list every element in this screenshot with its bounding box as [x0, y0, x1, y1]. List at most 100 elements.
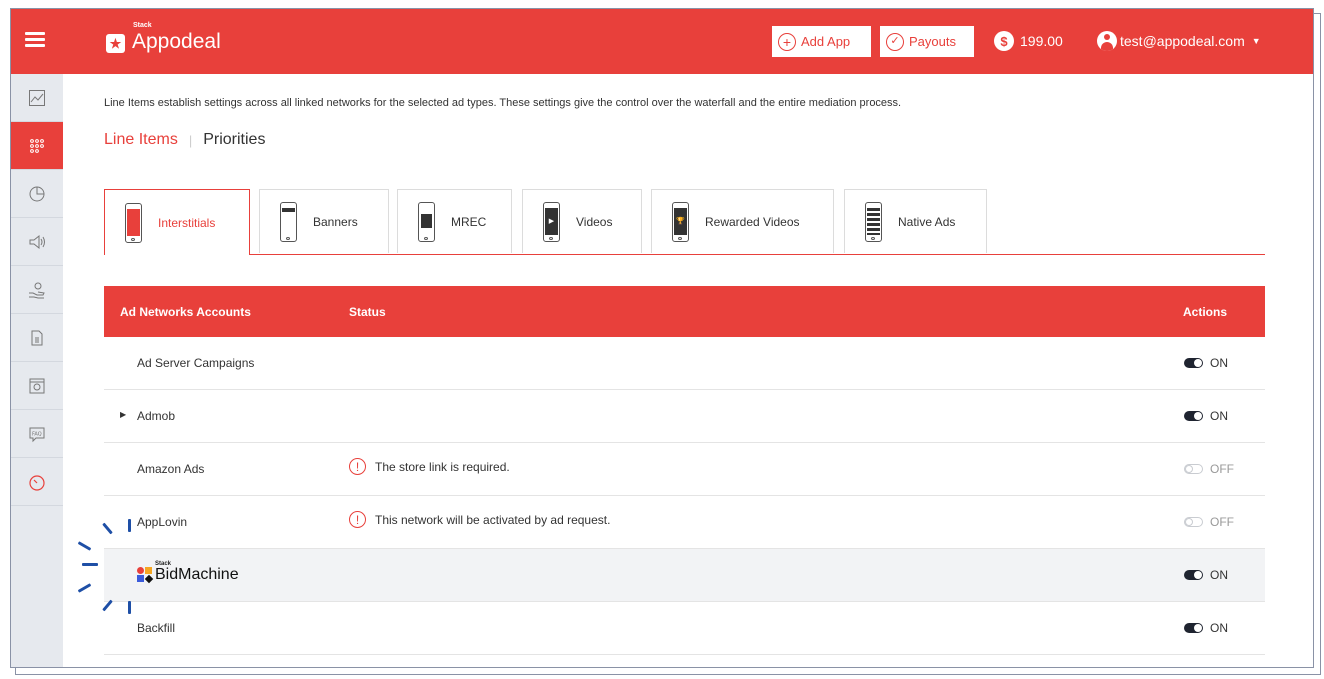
- toggle-label: OFF: [1210, 515, 1234, 529]
- balance[interactable]: $ 199.00: [994, 31, 1063, 51]
- plus-circle-icon: +: [778, 32, 796, 51]
- payouts-button[interactable]: ✓ Payouts: [880, 26, 974, 57]
- line-items-link[interactable]: Line Items: [104, 131, 178, 149]
- sidebar-item-performance[interactable]: [11, 458, 63, 506]
- tab-interstitials[interactable]: Interstitials: [104, 189, 250, 255]
- toggle-switch[interactable]: OFF: [1184, 515, 1234, 529]
- toggle-switch[interactable]: ON: [1184, 356, 1228, 370]
- ad-networks-table: Ad Networks Accounts Status Actions Ad S…: [104, 286, 1265, 655]
- toggle-label: ON: [1210, 621, 1228, 635]
- toggle-off-icon: [1184, 517, 1203, 527]
- priorities-link[interactable]: Priorities: [203, 131, 265, 149]
- table-header: Ad Networks Accounts Status Actions: [104, 286, 1265, 337]
- sidebar-item-payouts[interactable]: [11, 266, 63, 314]
- tab-label: Native Ads: [898, 214, 956, 229]
- tab-rewarded-videos[interactable]: 🏆 Rewarded Videos: [651, 189, 834, 253]
- network-name: AppLovin: [137, 515, 188, 529]
- tab-videos[interactable]: ▶ Videos: [522, 189, 642, 253]
- app-window: ★ Stack Appodeal + Add App ✓ Payouts $ 1…: [10, 8, 1314, 668]
- toggle-on-icon: [1184, 623, 1203, 633]
- toggle-switch[interactable]: OFF: [1184, 462, 1234, 476]
- toggle-on-icon: [1184, 411, 1203, 421]
- toggle-on-icon: [1184, 358, 1203, 368]
- top-bar: ★ Stack Appodeal + Add App ✓ Payouts $ 1…: [11, 9, 1313, 74]
- payouts-label: Payouts: [909, 34, 956, 49]
- network-name: Backfill: [137, 621, 176, 635]
- status-warning: ! The store link is required.: [349, 458, 510, 475]
- toggle-on-icon: [1184, 570, 1203, 580]
- table-row: Amazon Ads ! The store link is required. …: [104, 443, 1265, 496]
- expand-arrow-icon[interactable]: ▶: [120, 410, 126, 419]
- check-circle-icon: ✓: [886, 32, 904, 51]
- account-menu[interactable]: test@appodeal.com ▼: [1097, 31, 1261, 51]
- mrec-phone-icon: [418, 201, 435, 242]
- intro-text: Line Items establish settings across all…: [104, 97, 902, 109]
- toggle-label: ON: [1210, 568, 1228, 582]
- account-email: test@appodeal.com: [1120, 33, 1245, 49]
- table-row: AppLovin ! This network will be activated…: [104, 496, 1265, 549]
- trophy-phone-icon: 🏆: [672, 201, 689, 242]
- money-hand-icon: [29, 282, 45, 298]
- warning-icon: !: [349, 511, 366, 528]
- toggle-label: ON: [1210, 409, 1228, 423]
- dollar-coin-icon: $: [994, 31, 1014, 51]
- sidebar-item-reports[interactable]: [11, 170, 63, 218]
- tab-banners[interactable]: Banners: [259, 189, 389, 253]
- chevron-down-icon: ▼: [1251, 36, 1261, 46]
- settings-window-icon: [29, 378, 45, 393]
- header-status: Status: [349, 305, 386, 319]
- sidebar-item-faq[interactable]: FAQ: [11, 410, 63, 458]
- native-phone-icon: [865, 201, 882, 242]
- tab-label: Rewarded Videos: [705, 214, 800, 229]
- speedometer-icon: [29, 474, 45, 491]
- table-row: Stack BidMachine ON: [104, 549, 1265, 602]
- chart-line-icon: [29, 89, 45, 106]
- main-content: Line Items establish settings across all…: [63, 74, 1313, 667]
- sidebar-item-documents[interactable]: [11, 314, 63, 362]
- table-row: ▶ Admob ON: [104, 390, 1265, 443]
- pie-chart-icon: [29, 186, 45, 201]
- tab-mrec[interactable]: MREC: [397, 189, 512, 253]
- toggle-label: OFF: [1210, 462, 1234, 476]
- tab-native-ads[interactable]: Native Ads: [844, 189, 987, 253]
- toggle-label: ON: [1210, 356, 1228, 370]
- network-name: Amazon Ads: [137, 462, 205, 476]
- sidebar: FAQ: [11, 74, 63, 667]
- toggle-switch[interactable]: ON: [1184, 568, 1228, 582]
- toggle-switch[interactable]: ON: [1184, 621, 1228, 635]
- add-app-button[interactable]: + Add App: [772, 26, 871, 57]
- logo-name: Appodeal: [132, 30, 221, 53]
- warning-icon: !: [349, 458, 366, 475]
- table-row: Ad Server Campaigns ON: [104, 337, 1265, 390]
- faq-icon: FAQ: [29, 427, 45, 442]
- tab-label: Videos: [576, 214, 613, 229]
- sidebar-item-apps[interactable]: [11, 122, 63, 170]
- sidebar-item-statistics[interactable]: [11, 74, 63, 122]
- header-actions: Actions: [1183, 305, 1228, 319]
- toggle-switch[interactable]: ON: [1184, 409, 1228, 423]
- tab-label: Interstitials: [158, 215, 216, 230]
- status-warning: ! This network will be activated by ad re…: [349, 511, 610, 528]
- document-icon: [31, 330, 43, 345]
- hamburger-menu-icon[interactable]: [25, 29, 45, 53]
- megaphone-icon: [29, 234, 45, 249]
- toggle-off-icon: [1184, 464, 1203, 474]
- add-app-label: Add App: [801, 34, 851, 49]
- bidmachine-mark-icon: [137, 567, 154, 584]
- network-name: BidMachine: [155, 566, 239, 583]
- sidebar-item-settings[interactable]: [11, 362, 63, 410]
- sub-navigation: Line Items | Priorities: [104, 131, 265, 149]
- interstitial-phone-icon: [125, 202, 142, 243]
- logo-mark-icon: ★: [106, 34, 125, 53]
- status-text: The store link is required.: [375, 459, 510, 474]
- banner-phone-icon: [280, 201, 297, 242]
- tab-label: MREC: [451, 214, 487, 229]
- user-avatar-icon: [1097, 31, 1117, 51]
- table-row: Backfill ON: [104, 602, 1265, 655]
- status-text: This network will be activated by ad req…: [375, 512, 611, 527]
- video-phone-icon: ▶: [543, 201, 560, 242]
- header-accounts: Ad Networks Accounts: [120, 305, 251, 319]
- svg-text:FAQ: FAQ: [32, 431, 42, 437]
- sidebar-item-campaigns[interactable]: [11, 218, 63, 266]
- logo-stack-label: Stack: [133, 22, 152, 29]
